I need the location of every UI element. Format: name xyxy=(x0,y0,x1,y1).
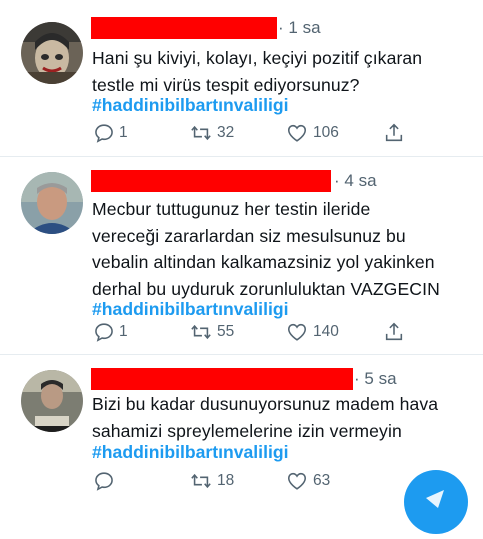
tweet-text-line: sahamizi spreylemelerine izin vermeyin xyxy=(92,420,402,441)
reply-button[interactable] xyxy=(93,469,119,493)
tweet-text-line: vebalin altindan kalkamazsiniz yol yakin… xyxy=(92,252,435,272)
retweet-count: 55 xyxy=(217,323,235,340)
retweet-button[interactable]: 55 xyxy=(189,320,234,344)
tweet-timestamp[interactable]: · 1 sa xyxy=(278,18,321,38)
tweet-actions: 1 55 140 xyxy=(93,320,413,344)
tweet-text: Hani şu kiviyi, kolayı, keçiyi pozitif ç… xyxy=(92,45,422,98)
redacted-username xyxy=(91,368,353,390)
reply-icon xyxy=(93,321,115,343)
tweet-text: Mecbur tuttugunuz her testin ileride ver… xyxy=(92,196,440,302)
retweet-count: 32 xyxy=(217,124,235,141)
like-button[interactable]: 63 xyxy=(285,469,330,493)
tweet-text-line: Mecbur tuttugunuz her testin ileride xyxy=(92,199,371,219)
like-count: 63 xyxy=(313,472,331,489)
redacted-username xyxy=(91,17,277,39)
reply-count: 1 xyxy=(119,124,128,141)
tweet-actions: 1 32 106 xyxy=(93,121,413,145)
tweet[interactable]: · 4 sa Mecbur tuttugunuz her testin iler… xyxy=(0,157,483,354)
redacted-username xyxy=(91,170,331,192)
retweet-button[interactable]: 18 xyxy=(189,469,234,493)
retweet-count: 18 xyxy=(217,472,235,489)
retweet-icon xyxy=(189,321,213,343)
avatar[interactable] xyxy=(21,22,83,84)
tweet-text-line: Hani şu kiviyi, kolayı, keçiyi pozitif ç… xyxy=(92,48,423,68)
tweet[interactable]: · 1 sa Hani şu kiviyi, kolayı, keçiyi po… xyxy=(0,0,483,156)
like-button[interactable]: 106 xyxy=(285,121,339,145)
tweet-timestamp[interactable]: · 4 sa xyxy=(334,171,377,191)
hashtag-link[interactable]: #haddinibilbartınvaliligi xyxy=(92,95,289,116)
tweet-actions: 18 63 xyxy=(93,469,413,493)
like-icon xyxy=(285,470,309,492)
like-count: 106 xyxy=(313,124,339,141)
share-button[interactable] xyxy=(383,121,405,145)
compose-icon xyxy=(404,490,468,538)
retweet-icon xyxy=(189,122,213,144)
like-count: 140 xyxy=(313,323,339,340)
avatar[interactable] xyxy=(21,172,83,234)
avatar[interactable] xyxy=(21,370,83,432)
retweet-icon xyxy=(189,470,213,492)
like-button[interactable]: 140 xyxy=(285,320,339,344)
like-icon xyxy=(285,321,309,343)
retweet-button[interactable]: 32 xyxy=(189,121,234,145)
tweet-text-line: Bizi bu kadar dusunuyorsunuz madem hava xyxy=(92,394,439,414)
hashtag-link[interactable]: #haddinibilbartınvaliligi xyxy=(92,299,289,320)
share-icon xyxy=(383,321,405,343)
share-button[interactable] xyxy=(383,320,405,344)
tweet-text-line: vereceği zararlardan siz mesulsunuz bu xyxy=(92,225,406,246)
reply-button[interactable]: 1 xyxy=(93,320,128,344)
compose-tweet-button[interactable] xyxy=(404,470,468,534)
hashtag-link[interactable]: #haddinibilbartınvaliligi xyxy=(92,442,289,463)
reply-button[interactable]: 1 xyxy=(93,121,128,145)
tweet-timestamp[interactable]: · 5 sa xyxy=(354,369,397,389)
reply-icon xyxy=(93,470,115,492)
tweet-text: Bizi bu kadar dusunuyorsunuz madem hava … xyxy=(92,391,438,444)
reply-count: 1 xyxy=(119,323,128,340)
like-icon xyxy=(285,122,309,144)
share-icon xyxy=(383,122,405,144)
reply-icon xyxy=(93,122,115,144)
